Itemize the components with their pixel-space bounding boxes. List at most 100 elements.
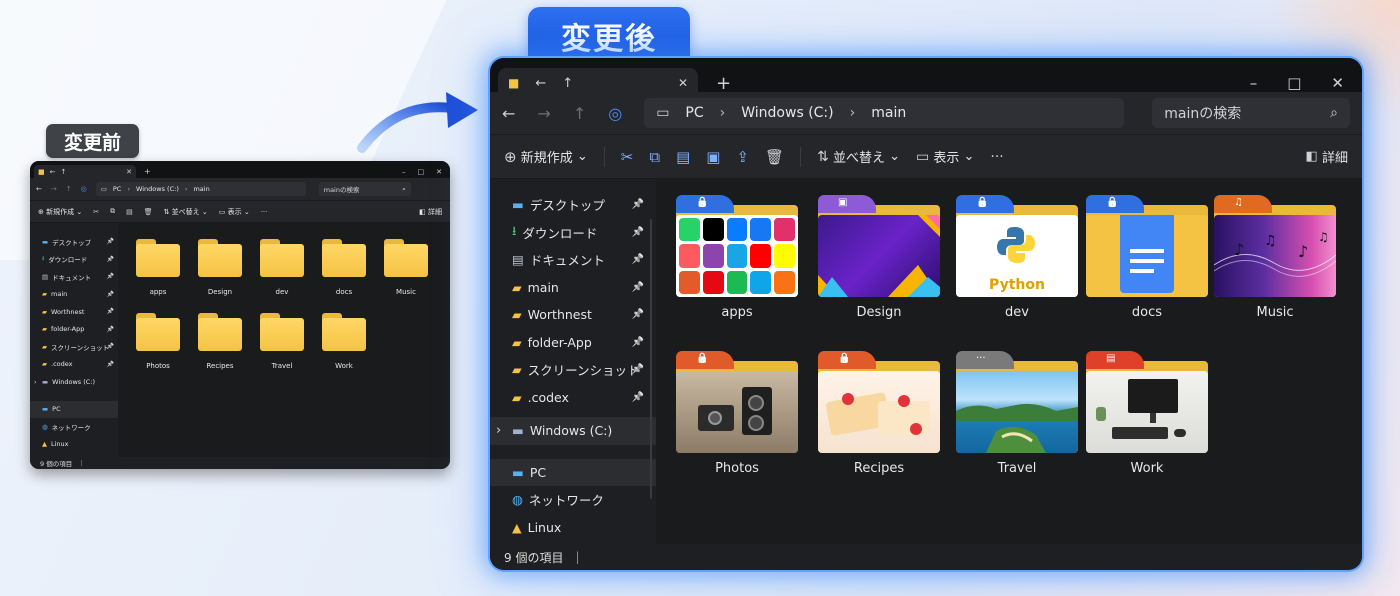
- address-bar[interactable]: ▭ PC › Windows (C:) › main: [95, 182, 306, 196]
- more-icon[interactable]: ···: [990, 149, 1003, 165]
- path-folder[interactable]: main: [871, 105, 906, 121]
- back-icon[interactable]: ←: [36, 185, 42, 193]
- sidebar-item[interactable]: ▰ folder-App 📌: [30, 321, 118, 339]
- cut-icon[interactable]: ✂: [621, 148, 634, 166]
- sidebar-item[interactable]: ▰ .codex 📌: [30, 356, 118, 374]
- chevron-right-icon[interactable]: ›: [34, 378, 37, 386]
- chevron-right-icon[interactable]: ›: [496, 423, 501, 438]
- folder-tile[interactable]: ▣: [818, 195, 940, 297]
- svg-text:♪: ♪: [1234, 240, 1244, 259]
- back-icon[interactable]: ←: [535, 76, 546, 91]
- folder-icon: [198, 239, 242, 277]
- sidebar-item[interactable]: ▰ スクリーンショット 📌: [490, 356, 656, 384]
- view-button[interactable]: ▭ 表示 ⌄: [219, 207, 250, 217]
- folder-tile[interactable]: Design: [196, 237, 244, 299]
- folder-tile[interactable]: 🔒: [676, 195, 798, 297]
- up-icon[interactable]: ↑: [66, 185, 72, 193]
- sidebar-item[interactable]: ▤ ドキュメント 📌: [30, 268, 118, 286]
- copy-icon[interactable]: ⧉: [649, 148, 660, 166]
- details-button[interactable]: ◧ 詳細: [419, 207, 442, 217]
- minimize-icon[interactable]: –: [402, 168, 406, 176]
- sidebar-item[interactable]: ▰ Worthnest 📌: [490, 301, 656, 329]
- refresh-icon[interactable]: ◎: [81, 185, 87, 193]
- sidebar-item[interactable]: ▬ デスクトップ 📌: [30, 233, 118, 251]
- close-window-icon[interactable]: ✕: [436, 168, 442, 176]
- up-icon[interactable]: ↑: [573, 104, 586, 123]
- sidebar-item[interactable]: ▤ ドキュメント 📌: [490, 246, 656, 274]
- folder-tile[interactable]: Photos: [134, 311, 182, 373]
- folder-tile[interactable]: 🔒: [1086, 195, 1208, 297]
- back-icon[interactable]: ←: [50, 168, 56, 176]
- forward-icon[interactable]: →: [51, 185, 57, 193]
- path-folder[interactable]: main: [193, 185, 209, 193]
- sidebar-item[interactable]: ▰ main 📌: [30, 286, 118, 304]
- sidebar-item[interactable]: ▲ Linux: [490, 514, 656, 542]
- copy-icon[interactable]: ⧉: [110, 207, 115, 216]
- sidebar-item[interactable]: ▰ Worthnest 📌: [30, 303, 118, 321]
- cut-icon[interactable]: ✂: [93, 208, 99, 216]
- folder-tile[interactable]: 🔒: [818, 351, 940, 453]
- new-button[interactable]: ⊕ 新規作成 ⌄: [504, 147, 588, 167]
- delete-icon[interactable]: 🗑: [765, 148, 784, 166]
- sidebar-item[interactable]: ▬ デスクトップ 📌: [490, 191, 656, 219]
- sidebar-item[interactable]: ⭳ ダウンロード 📌: [30, 251, 118, 269]
- sidebar-item[interactable]: ◍ ネットワーク: [490, 486, 656, 514]
- new-button[interactable]: ⊕ 新規作成 ⌄: [38, 207, 82, 217]
- minimize-icon[interactable]: –: [1250, 74, 1258, 92]
- sidebar-item[interactable]: ▬ Windows (C:) ›: [30, 373, 118, 391]
- address-bar[interactable]: ▭ PC › Windows (C:) › main: [644, 98, 1125, 128]
- folder-tile[interactable]: 🔒: [676, 351, 798, 453]
- sidebar-item[interactable]: ▰ スクリーンショット 📌: [30, 338, 118, 356]
- sidebar-item[interactable]: ▰ main 📌: [490, 274, 656, 302]
- sidebar-item[interactable]: ▲ Linux: [30, 436, 118, 454]
- sidebar-item[interactable]: ⭳ ダウンロード 📌: [490, 219, 656, 247]
- scrollbar[interactable]: [1358, 179, 1362, 544]
- folder-tile[interactable]: ▤: [1086, 351, 1208, 453]
- folder-tile[interactable]: Recipes: [196, 311, 244, 373]
- folder-tile[interactable]: apps: [134, 237, 182, 299]
- folder-tile[interactable]: Music: [382, 237, 430, 299]
- paste-icon[interactable]: ▤: [676, 148, 690, 166]
- folder-tile[interactable]: Work: [320, 311, 368, 373]
- sidebar-item[interactable]: ◍ ネットワーク: [30, 418, 118, 436]
- maximize-icon[interactable]: □: [1287, 74, 1301, 92]
- refresh-icon[interactable]: ◎: [608, 104, 622, 123]
- paste-icon[interactable]: ▤: [126, 208, 133, 216]
- folder-tile[interactable]: ♫ ♪ ♫ ♪ ♫: [1214, 195, 1336, 297]
- forward-icon[interactable]: →: [537, 104, 550, 123]
- search-input[interactable]: mainの検索 ⌕: [1152, 98, 1350, 128]
- path-pc[interactable]: PC: [685, 105, 703, 121]
- new-tab-icon[interactable]: +: [144, 165, 151, 178]
- sidebar-divider[interactable]: [650, 219, 652, 499]
- sidebar-item[interactable]: ▰ folder-App 📌: [490, 329, 656, 357]
- folder-tile[interactable]: Travel: [258, 311, 306, 373]
- path-pc[interactable]: PC: [113, 185, 121, 193]
- close-tab-icon[interactable]: ✕: [678, 76, 688, 90]
- up-icon[interactable]: ↑: [562, 76, 573, 91]
- sidebar-item[interactable]: ▬ PC: [30, 400, 118, 418]
- sidebar-item[interactable]: ▬ PC: [490, 458, 656, 486]
- tab-main[interactable]: ■ ← ↑ ✕: [34, 165, 136, 178]
- share-icon[interactable]: ⇪: [736, 148, 749, 166]
- sort-button[interactable]: ⇅ 並べ替え ⌄: [817, 147, 900, 167]
- up-icon[interactable]: ↑: [61, 168, 67, 176]
- delete-icon[interactable]: 🗑: [144, 208, 153, 216]
- back-icon[interactable]: ←: [502, 104, 515, 123]
- sidebar-item[interactable]: ▰ .codex 📌: [490, 384, 656, 412]
- folder-tile[interactable]: docs: [320, 237, 368, 299]
- sidebar-item[interactable]: ▬ Windows (C:) ›: [490, 417, 656, 445]
- close-window-icon[interactable]: ✕: [1331, 74, 1344, 92]
- search-input[interactable]: mainの検索 ⌕: [318, 182, 411, 196]
- folder-tile[interactable]: dev: [258, 237, 306, 299]
- more-icon[interactable]: ···: [261, 208, 268, 216]
- details-button[interactable]: ◧ 詳細: [1306, 147, 1348, 166]
- path-drive[interactable]: Windows (C:): [741, 105, 833, 121]
- rename-icon[interactable]: ▣: [706, 148, 720, 166]
- close-tab-icon[interactable]: ✕: [126, 168, 132, 176]
- folder-tile[interactable]: ···: [956, 351, 1078, 453]
- sort-button[interactable]: ⇅ 並べ替え ⌄: [164, 207, 208, 217]
- maximize-icon[interactable]: □: [418, 168, 425, 176]
- folder-tile[interactable]: 🔒 Python: [956, 195, 1078, 297]
- path-drive[interactable]: Windows (C:): [136, 185, 179, 193]
- view-button[interactable]: ▭ 表示 ⌄: [916, 147, 974, 167]
